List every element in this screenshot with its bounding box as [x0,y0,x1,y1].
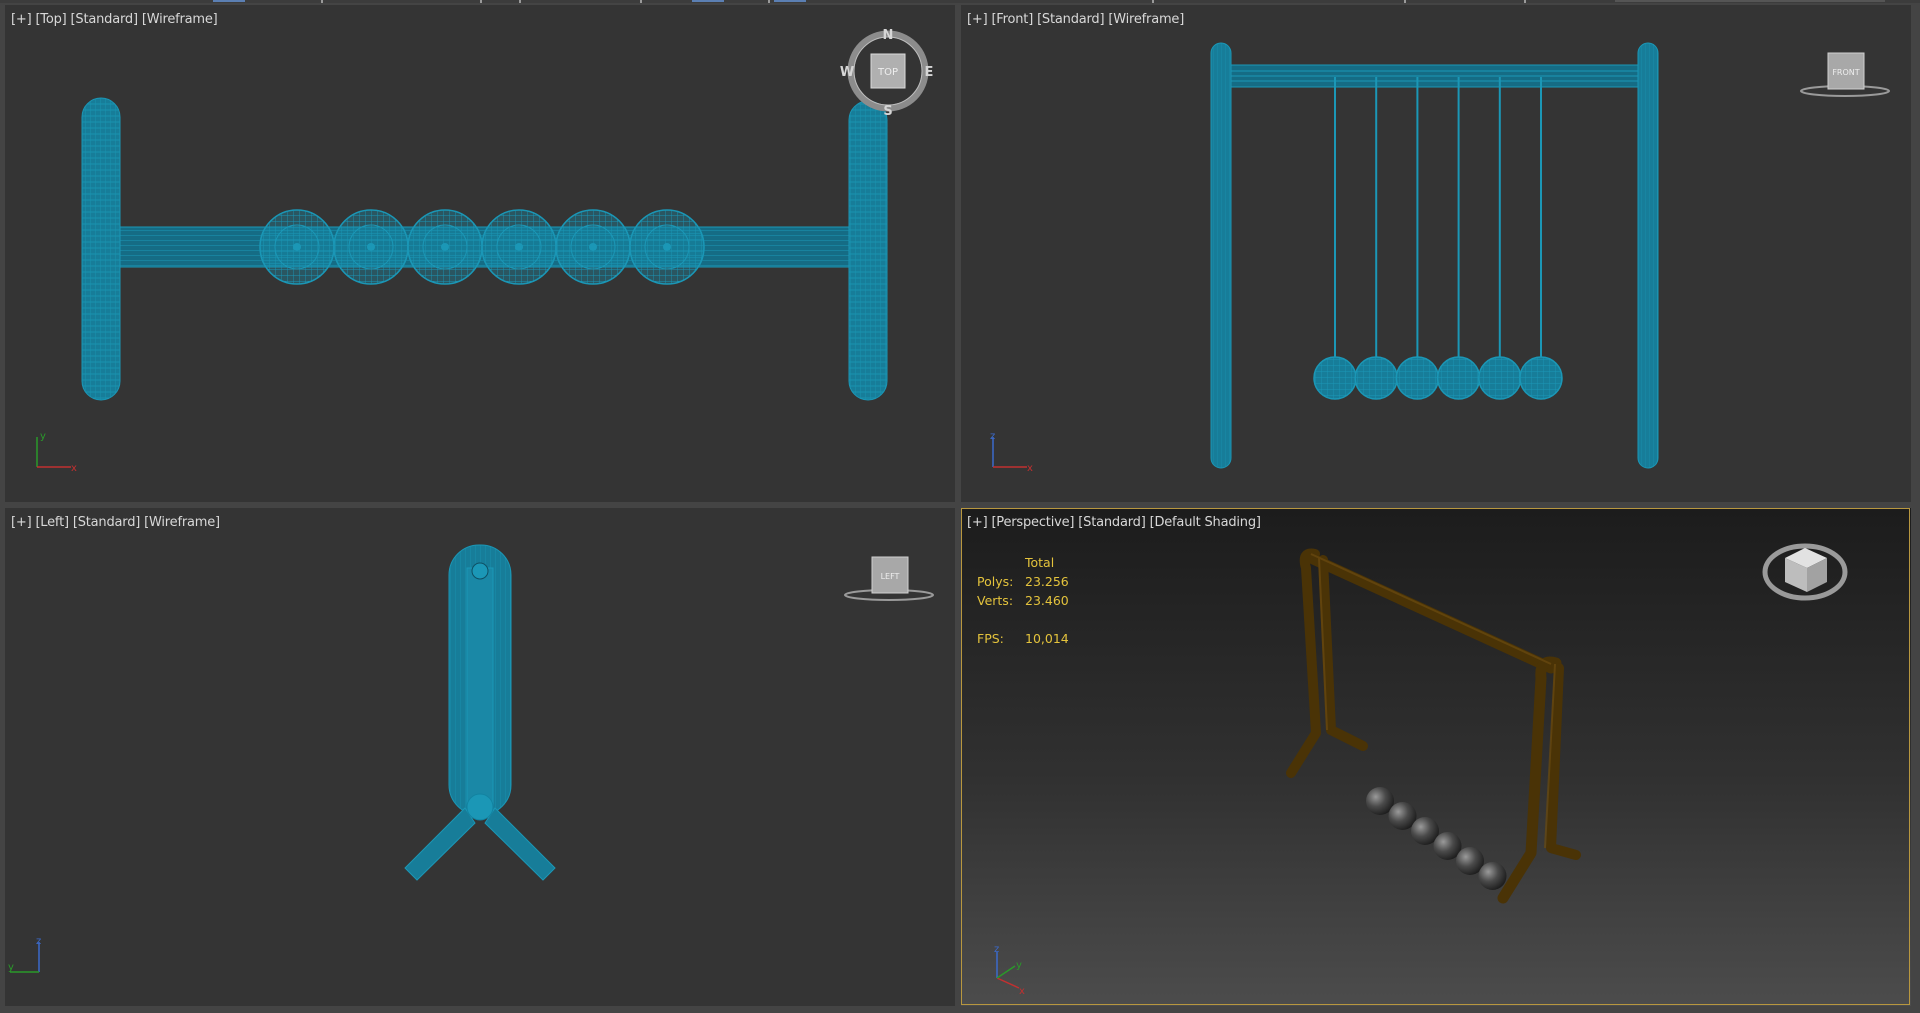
viewcube-left[interactable]: LEFT [844,556,934,601]
pendulum-ball [481,209,557,285]
front-view-wireframe: FRONT z x [990,42,1890,474]
axis-tripod: z x [990,431,1033,474]
ball-group [1366,787,1507,890]
scene-statistics: Total Polys: 23.256 Verts: 23.460 FPS: 10,0… [977,553,1069,648]
viewport-plus-menu[interactable]: [+] [967,12,988,27]
viewport-label-left[interactable]: [+] [Left] [Standard] [Wireframe] [11,515,224,530]
svg-text:W: W [840,65,854,80]
viewport-standard-menu[interactable]: [Standard] [1078,515,1145,530]
pendulum-ball [333,209,409,285]
pendulum-ball [1478,77,1522,400]
viewport-pov-menu[interactable]: [Left] [35,515,69,530]
svg-text:x: x [1027,463,1033,474]
svg-text:E: E [925,65,934,80]
polys-value: 23.256 [1025,574,1069,589]
svg-text:N: N [883,28,894,43]
viewport-label-perspective[interactable]: [+] [Perspective] [Standard] [Default Shadi… [967,515,1265,530]
pendulum-ball [1519,77,1563,400]
svg-text:x: x [71,463,77,474]
viewport-top[interactable]: TOP N S E W y x [+] [Top] [Standard] [Wiref… [5,5,955,502]
svg-text:FRONT: FRONT [1832,68,1859,77]
viewport-pov-menu[interactable]: [Front] [991,12,1033,27]
pendulum-ball [629,209,705,285]
verts-label: Verts: [977,593,1014,608]
pendulum-ball [555,209,631,285]
top-view-wireframe: TOP N S E W y x [36,28,934,474]
axis-tripod: z y [8,936,41,973]
viewport-perspective[interactable]: z x y [+] [Perspective] [Standard] [Default… [961,508,1911,1006]
viewport-standard-menu[interactable]: [Standard] [73,515,140,530]
axis-tripod: z x y [994,944,1025,997]
svg-text:x: x [1019,986,1025,997]
viewcube-compass[interactable]: TOP N S E W [840,28,934,119]
fps-label: FPS: [977,631,1004,646]
viewport-plus-menu[interactable]: [+] [967,515,988,530]
viewport-shading-menu[interactable]: [Default Shading] [1150,515,1261,530]
viewport-standard-menu[interactable]: [Standard] [71,12,138,27]
svg-text:z: z [990,431,995,442]
pendulum-ball [1436,77,1481,400]
left-view-wireframe: LEFT z y [8,544,934,973]
svg-text:z: z [994,944,999,955]
pendulum-ball [1395,77,1440,400]
polys-label: Polys: [977,574,1014,589]
svg-text:y: y [40,431,46,442]
viewcube-perspective[interactable] [1762,543,1848,601]
verts-value: 23.460 [1025,593,1069,608]
pendulum-ball [1354,77,1398,400]
viewport-plus-menu[interactable]: [+] [11,12,32,27]
viewport-pov-menu[interactable]: [Top] [35,12,66,27]
svg-text:y: y [1016,960,1022,971]
pendulum-ball [259,209,335,285]
fps-value: 10,014 [1025,631,1069,646]
ball-group [259,209,705,285]
pendulum-ball [1478,862,1507,890]
viewport-standard-menu[interactable]: [Standard] [1037,12,1104,27]
axis-tripod: y x [36,431,77,474]
svg-text:z: z [36,936,41,947]
viewport-left[interactable]: LEFT z y [+] [Left] [Standard] [Wireframe] [5,508,955,1006]
pendulum-ball [1313,77,1357,400]
viewport-plus-menu[interactable]: [+] [11,515,32,530]
perspective-scene: z x y [994,543,1848,997]
viewport-front[interactable]: FRONT z x [+] [Front] [Standard] [Wireframe… [961,5,1911,502]
pendulum-group [1313,77,1563,400]
top-toolbar-strip [0,0,1920,3]
viewport-shading-menu[interactable]: [Wireframe] [1108,12,1184,27]
pendulum-ball [407,209,483,285]
svg-text:S: S [883,104,892,119]
svg-text:TOP: TOP [877,67,898,78]
viewport-shading-menu[interactable]: [Wireframe] [144,515,220,530]
svg-text:LEFT: LEFT [881,572,900,581]
viewport-pov-menu[interactable]: [Perspective] [991,515,1074,530]
viewport-label-front[interactable]: [+] [Front] [Standard] [Wireframe] [967,12,1188,27]
viewport-shading-menu[interactable]: [Wireframe] [142,12,218,27]
stats-header: Total [1025,555,1055,570]
viewport-label-top[interactable]: [+] [Top] [Standard] [Wireframe] [11,12,222,27]
viewcube-front[interactable]: FRONT [1800,52,1890,97]
svg-text:y: y [8,962,14,973]
